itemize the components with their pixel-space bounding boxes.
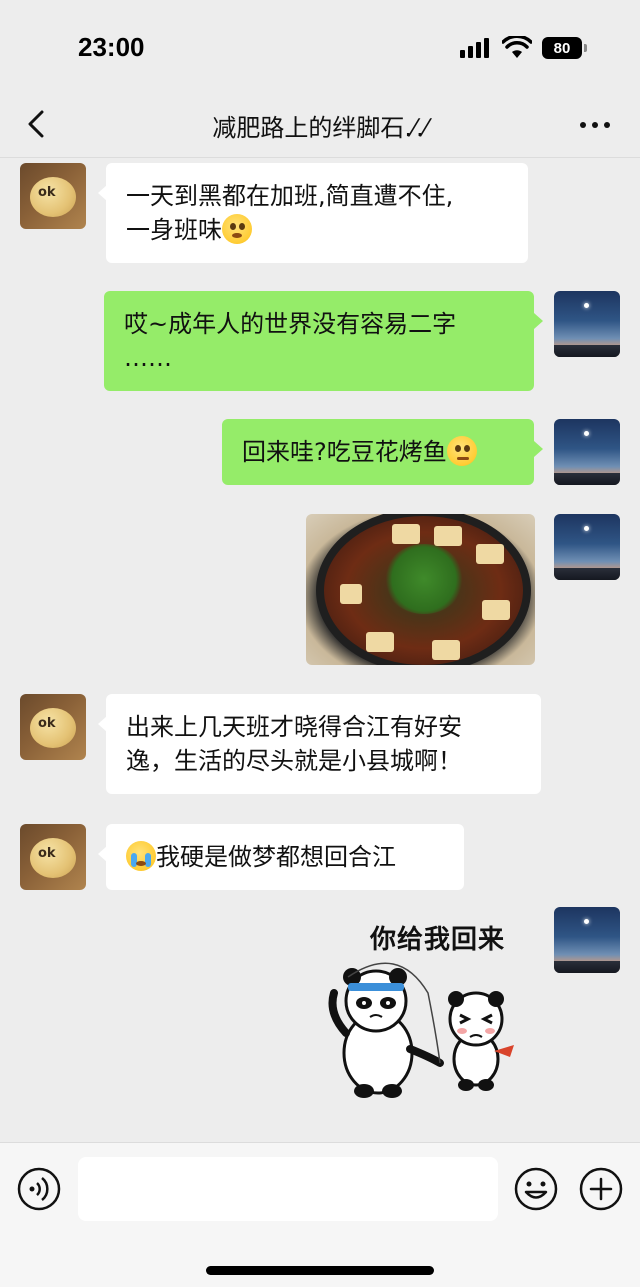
message-text-line: ……	[124, 344, 172, 372]
chat-header: 减肥路上的绊脚石.⁄.⁄	[0, 90, 640, 158]
my-avatar[interactable]	[554, 419, 620, 485]
wifi-icon	[502, 36, 532, 58]
panda-sticker[interactable]: 你给我回来	[318, 919, 528, 1109]
contact-avatar[interactable]: ok	[20, 824, 86, 890]
message-text-line: 一天到黑都在加班,简直遭不住,	[126, 182, 454, 210]
my-avatar[interactable]	[554, 907, 620, 973]
contact-avatar[interactable]: ok	[20, 163, 86, 229]
grilled-fish-photo[interactable]	[306, 514, 535, 665]
status-time: 23:00	[78, 32, 145, 62]
flushed-face-emoji-icon	[222, 214, 252, 244]
voice-input-icon[interactable]	[17, 1167, 61, 1211]
message-bubble-outgoing[interactable]: 回来哇?吃豆花烤鱼	[222, 419, 543, 485]
crying-face-emoji-icon	[126, 841, 156, 871]
message-text-line: 哎~成年人的世界没有容易二字	[124, 310, 457, 338]
chat-message-list[interactable]: ok 一天到黑都在加班,简直遭不住, 一身班味 哎~成年人的世界没有容易二字 ……	[0, 159, 640, 1142]
panda-drawing	[328, 962, 514, 1098]
message-text-line: 出来上几天班才晓得合江有好安	[126, 713, 462, 741]
my-avatar[interactable]	[554, 514, 620, 580]
message-bubble-incoming[interactable]: 我硬是做梦都想回合江	[98, 824, 464, 890]
avatar-bun-text: ok	[38, 185, 56, 200]
thinking-face-emoji-icon	[446, 436, 477, 466]
battery-tip	[584, 44, 587, 52]
message-text: 我硬是做梦都想回合江	[156, 843, 396, 871]
more-actions-plus-icon[interactable]	[579, 1167, 623, 1211]
home-indicator[interactable]	[206, 1266, 434, 1275]
message-input[interactable]	[78, 1157, 498, 1221]
battery-level: 80	[553, 39, 571, 57]
more-options-icon[interactable]	[578, 120, 612, 130]
message-bubble-incoming[interactable]: 一天到黑都在加班,简直遭不住, 一身班味	[98, 163, 528, 263]
message-bubble-outgoing[interactable]: 哎~成年人的世界没有容易二字 ……	[104, 291, 543, 391]
message-bubble-incoming[interactable]: 出来上几天班才晓得合江有好安 逸，生活的尽头就是小县城啊！	[98, 694, 541, 794]
message-text-line: 逸，生活的尽头就是小县城啊！	[126, 747, 462, 775]
message-text: 回来哇?吃豆花烤鱼	[242, 438, 447, 466]
my-avatar[interactable]	[554, 291, 620, 357]
cellular-signal-icon	[460, 38, 492, 58]
avatar-bun-text: ok	[38, 846, 56, 861]
emoji-picker-icon[interactable]	[514, 1167, 558, 1211]
battery-icon: 80	[542, 37, 582, 59]
contact-avatar[interactable]: ok	[20, 694, 86, 760]
avatar-bun-text: ok	[38, 716, 56, 731]
status-bar: 23:00 80	[0, 0, 640, 90]
sticker-caption: 你给我回来	[370, 925, 506, 955]
chat-title: 减肥路上的绊脚石.⁄.⁄	[212, 114, 428, 142]
message-text-line: 一身班味	[126, 216, 222, 244]
